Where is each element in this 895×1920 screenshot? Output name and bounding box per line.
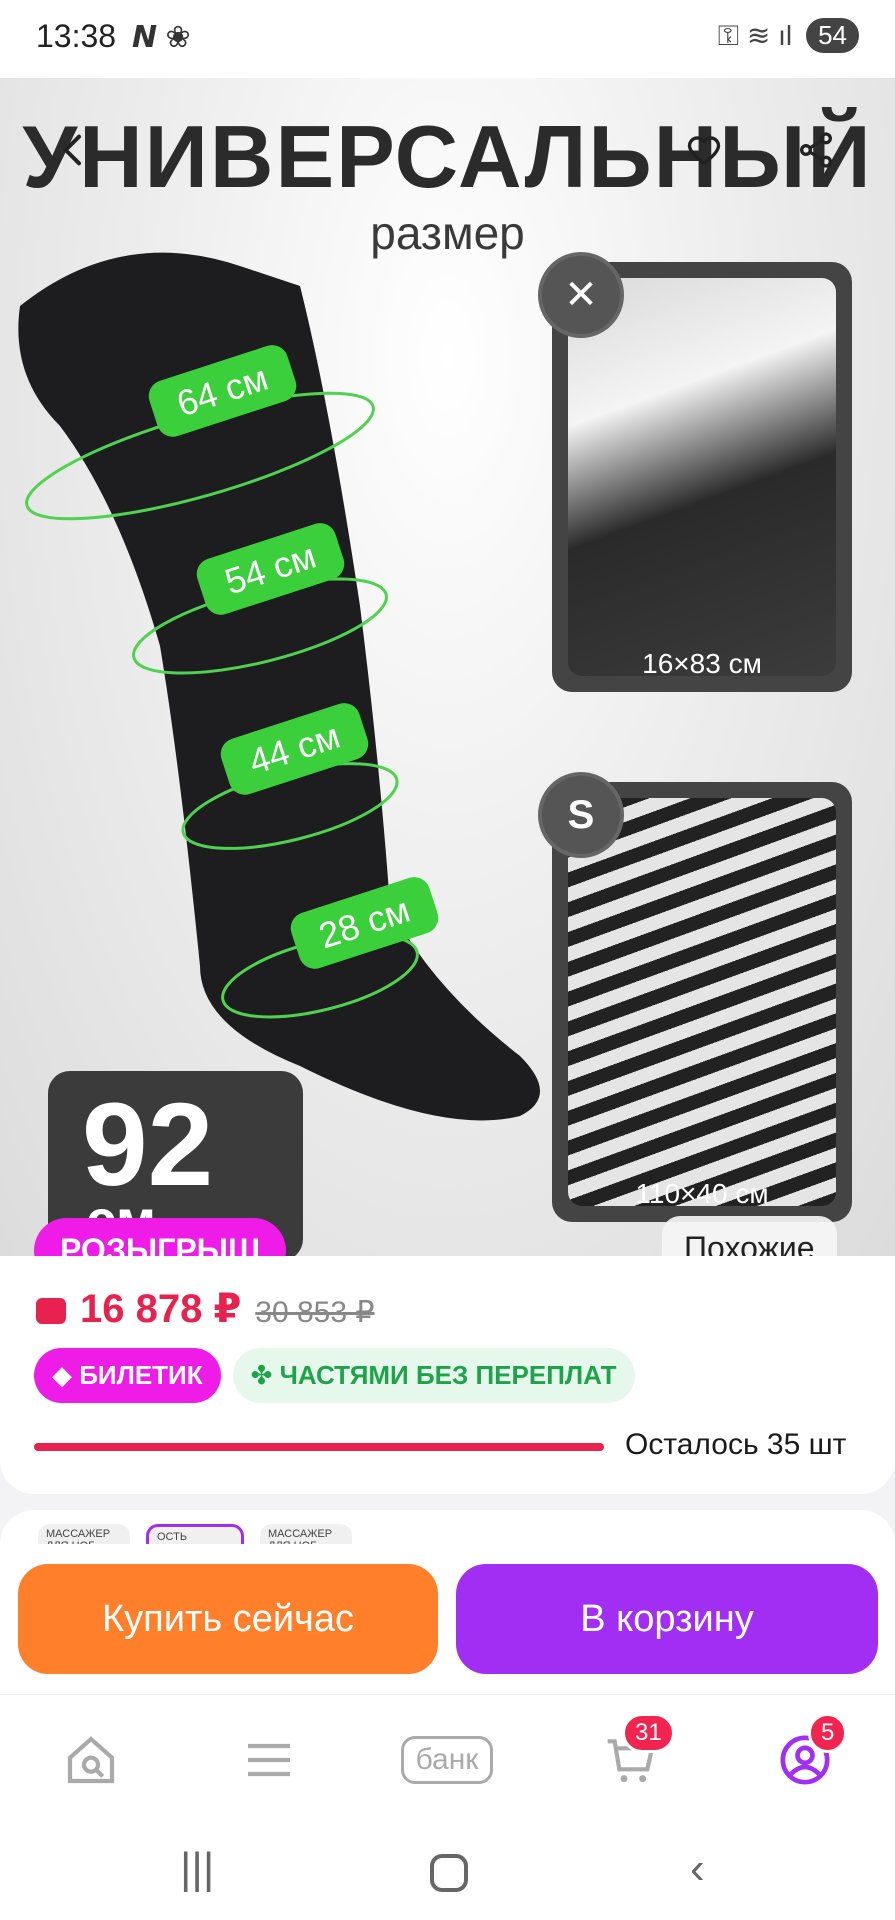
size-s-icon: S (538, 772, 624, 858)
clock: 13:38 (36, 18, 117, 54)
share-icon (800, 132, 832, 168)
photo-arm-wrap (568, 278, 836, 676)
hero-title: УНИВЕРСАЛЬНЫЙ (22, 107, 873, 206)
menu-icon (248, 1743, 290, 1777)
ruler-cross-icon: ✕ (538, 252, 624, 338)
price-card: 16 878 ₽ 30 853 ₽ ◆ БИЛЕТИК ✤ ЧАСТЯМИ БЕ… (0, 1256, 895, 1494)
stock-remaining: Осталось 35 шт (625, 1428, 847, 1461)
bank-label: банк (400, 1736, 494, 1784)
price-tags: ◆ БИЛЕТИК ✤ ЧАСТЯМИ БЕЗ ПЕРЕПЛАТ (34, 1348, 635, 1403)
price-row: 16 878 ₽ 30 853 ₽ (36, 1286, 374, 1332)
bottom-nav: банк 31 5 (0, 1694, 895, 1824)
nav-home-search[interactable] (56, 1725, 126, 1795)
notification-icons: 𝙉 ❀ (132, 21, 191, 54)
ticket-tag[interactable]: ◆ БИЛЕТИК (34, 1348, 221, 1403)
chevron-left-icon (63, 134, 81, 166)
share-button[interactable] (784, 118, 848, 182)
buy-now-button[interactable]: Купить сейчас (18, 1564, 438, 1674)
stock-progress-bar (34, 1443, 604, 1451)
status-bar: 13:38 𝙉 ❀ ⚿ ≋ ıl 54 (0, 0, 895, 78)
similar-button[interactable]: Похожие (662, 1216, 837, 1256)
product-gallery[interactable]: УНИВЕРСАЛЬНЫЙ размер 64 см 54 см 44 см 2… (0, 56, 895, 1256)
signal-icons: ⚿ ≋ ıl (717, 19, 793, 51)
profile-count-badge: 5 (808, 1713, 848, 1753)
old-price: 30 853 ₽ (255, 1296, 375, 1329)
photo-caption: 110×40 см (635, 1178, 769, 1209)
back-icon[interactable]: ‹ (690, 1844, 705, 1894)
current-price: 16 878 ₽ (80, 1287, 242, 1331)
photo-caption: 16×83 см (642, 648, 762, 679)
giveaway-badge[interactable]: РОЗЫГРЫШ (34, 1218, 287, 1256)
action-bar: Купить сейчас В корзину (0, 1544, 895, 1694)
installments-tag[interactable]: ✤ ЧАСТЯМИ БЕЗ ПЕРЕПЛАТ (232, 1348, 635, 1403)
nav-catalog[interactable] (234, 1725, 304, 1795)
wallet-icon (36, 1298, 66, 1324)
system-navigation: ||| ‹ (0, 1824, 895, 1920)
battery-indicator: 54 (806, 18, 859, 53)
home-search-icon (67, 1736, 115, 1784)
system-icons: ⚿ ≋ ıl 54 (718, 18, 859, 53)
home-icon[interactable] (430, 1854, 468, 1892)
heart-icon (687, 136, 721, 166)
back-button[interactable] (42, 118, 106, 182)
add-to-cart-button[interactable]: В корзину (456, 1564, 878, 1674)
recent-apps-icon[interactable]: ||| (180, 1844, 214, 1894)
cart-count-badge: 31 (622, 1713, 675, 1753)
photo-waist-wrap (568, 798, 836, 1206)
nav-bank[interactable]: банк (392, 1725, 502, 1795)
favorite-button[interactable] (672, 118, 736, 182)
